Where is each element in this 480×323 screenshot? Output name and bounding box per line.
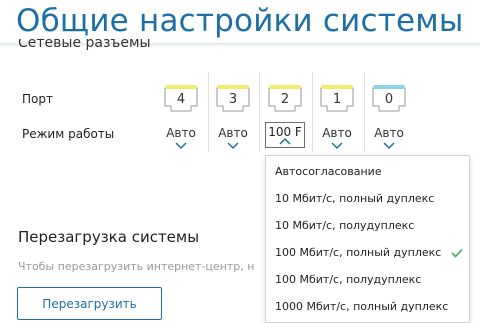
chevron-down-icon[interactable] bbox=[383, 142, 395, 150]
port-2-mode-select[interactable]: 100 F bbox=[265, 122, 305, 148]
port-0-mode-select[interactable]: Авто bbox=[366, 126, 412, 140]
port-number: 2 bbox=[280, 92, 290, 107]
port-4-icon: 4 bbox=[164, 84, 198, 112]
port-4-mode-select[interactable]: Авто bbox=[158, 126, 204, 140]
port-indicator bbox=[217, 85, 249, 89]
network-section-title: Сетевые разъемы bbox=[18, 39, 151, 51]
port-1-mode-select[interactable]: Авто bbox=[314, 126, 360, 140]
column-divider bbox=[364, 72, 365, 152]
port-2-icon: 2 bbox=[268, 84, 302, 112]
port-3-mode-select[interactable]: Авто bbox=[210, 126, 256, 140]
port-1-icon: 1 bbox=[320, 84, 354, 112]
dropdown-option-10-half[interactable]: 10 Мбит/с, полудуплекс bbox=[275, 219, 414, 232]
port-number: 1 bbox=[332, 92, 342, 107]
column-divider bbox=[259, 72, 260, 152]
port-row-label: Порт bbox=[22, 92, 53, 106]
port-indicator bbox=[373, 85, 405, 89]
reboot-button[interactable]: Перезагрузить bbox=[17, 287, 162, 320]
dropdown-option-auto[interactable]: Автосогласование bbox=[275, 165, 382, 178]
network-section-title-clip: Сетевые разъемы bbox=[18, 39, 318, 53]
port-indicator bbox=[321, 85, 353, 89]
port-number: 0 bbox=[384, 92, 394, 107]
mode-row-label: Режим работы bbox=[22, 127, 115, 141]
mode-dropdown-list: Автосогласование 10 Мбит/с, полный дупле… bbox=[265, 155, 470, 323]
reboot-section-title: Перезагрузка системы bbox=[18, 228, 200, 246]
reboot-hint-text: Чтобы перезагрузить интернет-центр, н bbox=[18, 260, 255, 273]
chevron-down-icon[interactable] bbox=[227, 142, 239, 150]
chevron-down-icon[interactable] bbox=[175, 142, 187, 150]
dropdown-option-1000-full[interactable]: 1000 Мбит/с, полный дуплекс bbox=[275, 300, 448, 313]
page-title: Общие настройки системы bbox=[16, 3, 464, 39]
port-3-icon: 3 bbox=[216, 84, 250, 112]
dropdown-option-100-full[interactable]: 100 Мбит/с, полный дуплекс bbox=[275, 246, 441, 259]
port-indicator bbox=[269, 85, 301, 89]
port-0-icon: 0 bbox=[372, 84, 406, 112]
dropdown-option-10-full[interactable]: 10 Мбит/с, полный дуплекс bbox=[275, 192, 434, 205]
chevron-up-icon[interactable] bbox=[279, 137, 291, 145]
chevron-down-icon[interactable] bbox=[331, 142, 343, 150]
port-number: 4 bbox=[176, 92, 186, 107]
checkmark-icon bbox=[451, 248, 463, 258]
port-indicator bbox=[165, 85, 197, 89]
column-divider bbox=[208, 72, 209, 152]
column-divider bbox=[312, 72, 313, 152]
dropdown-option-100-half[interactable]: 100 Мбит/с, полудуплекс bbox=[275, 273, 421, 286]
port-number: 3 bbox=[228, 92, 238, 107]
